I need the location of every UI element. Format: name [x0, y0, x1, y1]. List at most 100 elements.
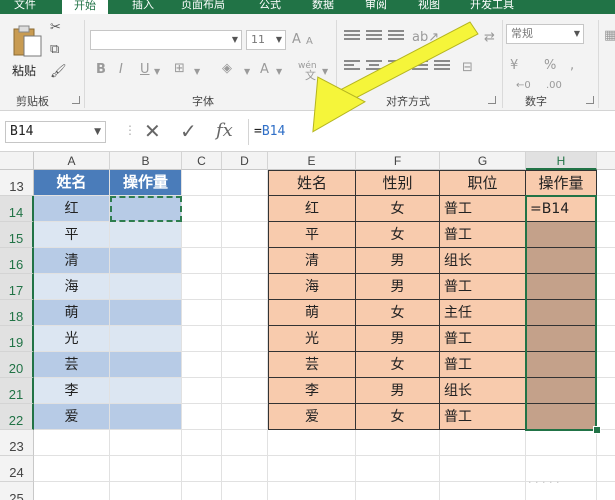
table-cell[interactable]: 光 [268, 326, 356, 352]
cell-volume[interactable] [110, 248, 181, 273]
table-cell[interactable]: 普工 [440, 196, 526, 222]
number-launcher-icon[interactable] [586, 96, 594, 104]
table-cell[interactable]: 男 [356, 248, 440, 274]
fill-handle[interactable] [593, 426, 601, 434]
table-cell[interactable]: 清 [268, 248, 356, 274]
grow-font-icon[interactable]: A [292, 32, 301, 48]
table-cell[interactable]: 女 [356, 196, 440, 222]
orientation-icon[interactable]: ab↗ [412, 30, 439, 46]
percent-icon[interactable]: % [544, 58, 556, 74]
row-header-20[interactable]: 20 [0, 352, 34, 378]
column-header-c[interactable]: C [182, 152, 222, 170]
increase-indent-icon[interactable] [434, 60, 450, 74]
table-cell[interactable]: 普工 [440, 352, 526, 378]
insert-function-icon[interactable]: fx [216, 119, 233, 143]
cell-volume[interactable] [110, 222, 181, 247]
bold-button[interactable]: B [96, 62, 106, 78]
alignment-launcher-icon[interactable] [488, 96, 496, 104]
table-cell[interactable]: 女 [356, 404, 440, 430]
increase-decimal-icon[interactable]: ←0 [516, 78, 531, 94]
copy-icon[interactable]: ⧉ [50, 42, 59, 58]
align-left-icon[interactable] [344, 60, 360, 74]
table-cell[interactable]: 女 [356, 222, 440, 248]
italic-button[interactable]: I [119, 62, 123, 78]
conditional-format-icon[interactable]: ▦ [604, 28, 615, 44]
column-header-h[interactable]: H [526, 152, 597, 170]
table-cell[interactable]: 海 [268, 274, 356, 300]
tab-data[interactable]: 数据 [312, 0, 334, 12]
cell-name[interactable]: 爱 [34, 404, 109, 429]
cell-name[interactable]: 平 [34, 222, 109, 247]
cell-volume[interactable] [110, 300, 181, 325]
cell-volume[interactable] [110, 326, 181, 351]
column-header-f[interactable]: F [356, 152, 440, 170]
table-cell[interactable]: 主任 [440, 300, 526, 326]
table-cell[interactable]: 普工 [440, 222, 526, 248]
tab-review[interactable]: 审阅 [365, 0, 387, 12]
table-cell[interactable]: 李 [268, 378, 356, 404]
row-header-24[interactable]: 24 [0, 456, 34, 482]
cell-volume[interactable] [110, 378, 181, 403]
comma-icon[interactable]: , [570, 58, 574, 74]
cell-name[interactable]: 芸 [34, 352, 109, 377]
table-cell[interactable]: 组长 [440, 378, 526, 404]
formula-input[interactable]: =B14 [248, 119, 615, 145]
row-header-13[interactable]: 13 [0, 170, 34, 196]
cell-name[interactable]: 光 [34, 326, 109, 351]
chevron-down-icon[interactable]: ▼ [194, 64, 200, 80]
table-cell[interactable]: 普工 [440, 326, 526, 352]
underline-button[interactable]: U [140, 62, 150, 78]
chevron-down-icon[interactable]: ▼ [276, 64, 282, 80]
column-header-g[interactable]: G [440, 152, 526, 170]
table-cell[interactable]: 普工 [440, 404, 526, 430]
table-cell[interactable]: 男 [356, 274, 440, 300]
tab-developer[interactable]: 开发工具 [470, 0, 514, 12]
cell-volume[interactable] [110, 352, 181, 377]
cell-name[interactable]: 海 [34, 274, 109, 299]
table-cell[interactable]: 男 [356, 326, 440, 352]
name-box[interactable]: B14 ▼ [5, 121, 106, 143]
column-header-d[interactable]: D [222, 152, 268, 170]
decrease-decimal-icon[interactable]: .00 [546, 78, 562, 94]
align-top-icon[interactable] [344, 30, 360, 44]
cut-icon[interactable]: ✂ [50, 20, 61, 36]
chevron-down-icon[interactable]: ▼ [154, 64, 160, 80]
tab-view[interactable]: 视图 [418, 0, 440, 12]
row-header-18[interactable]: 18 [0, 300, 34, 326]
align-right-icon[interactable] [388, 60, 404, 74]
wrap-text-icon[interactable]: ⇄ [484, 30, 495, 46]
cell-name[interactable]: 清 [34, 248, 109, 273]
tab-insert[interactable]: 插入 [132, 0, 154, 12]
align-center-icon[interactable] [366, 60, 382, 74]
chevron-down-icon[interactable]: ▼ [322, 64, 328, 80]
tab-formulas[interactable]: 公式 [259, 0, 281, 12]
font-color-icon[interactable]: A [260, 62, 269, 78]
column-header-b[interactable]: B [110, 152, 182, 170]
column-header-extra[interactable] [597, 152, 615, 170]
phonetic-glyph-icon[interactable]: 文 [305, 68, 316, 84]
table-cell[interactable]: 女 [356, 300, 440, 326]
row-header-19[interactable]: 19 [0, 326, 34, 352]
format-painter-icon[interactable]: 🖌 [50, 64, 67, 80]
table-cell[interactable]: 平 [268, 222, 356, 248]
cell-name[interactable]: 红 [34, 196, 109, 221]
row-header-16[interactable]: 16 [0, 248, 34, 274]
table-cell[interactable]: 普工 [440, 274, 526, 300]
table-cell[interactable]: 红 [268, 196, 356, 222]
column-header-e[interactable]: E [268, 152, 356, 170]
row-header-14[interactable]: 14 [0, 196, 34, 222]
chevron-down-icon[interactable]: ▼ [244, 64, 250, 80]
row-header-21[interactable]: 21 [0, 378, 34, 404]
tab-file[interactable]: 文件 [14, 0, 36, 12]
table-cell[interactable]: 芸 [268, 352, 356, 378]
table-cell[interactable]: 男 [356, 378, 440, 404]
paste-button[interactable]: 粘贴 [8, 22, 46, 82]
row-header-23[interactable]: 23 [0, 430, 34, 456]
worksheet-grid[interactable]: A B C D E F G H 13 14 15 16 17 18 19 20 21 22 23 24 25 姓名 操作量红… [0, 152, 615, 500]
borders-icon[interactable]: ⊞ [174, 61, 185, 77]
table-cell[interactable]: 萌 [268, 300, 356, 326]
currency-icon[interactable]: ¥ [510, 58, 518, 74]
table-cell[interactable]: 组长 [440, 248, 526, 274]
row-header-17[interactable]: 17 [0, 274, 34, 300]
cell-name[interactable]: 萌 [34, 300, 109, 325]
